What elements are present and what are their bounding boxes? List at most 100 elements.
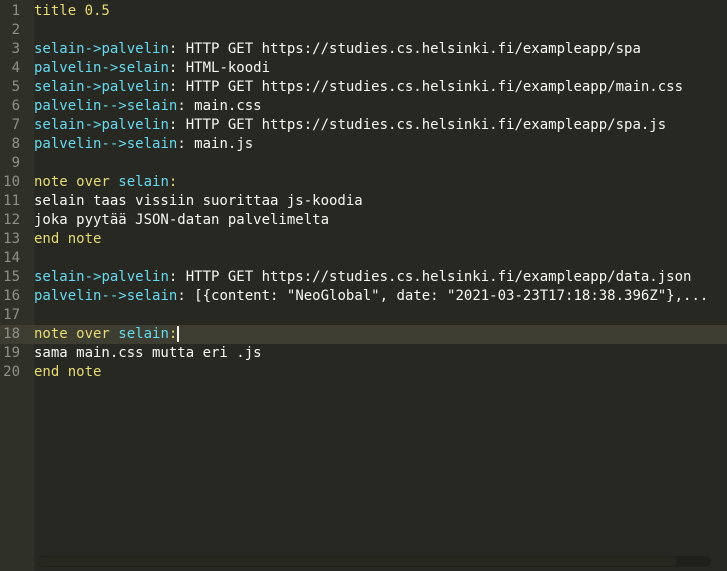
text-token: : HTTP GET https://studies.cs.helsinki.f…	[168, 79, 684, 95]
line-number: 10	[3, 174, 20, 190]
code-line[interactable]: 5 selain->palvelin: HTTP GET https://stud…	[0, 78, 727, 97]
actor-token: selain	[118, 174, 169, 190]
actor-token: selain	[126, 136, 178, 152]
text-token: selain taas vissiin suorittaa js-koodia	[34, 193, 363, 209]
text-token: : HTML-koodi	[168, 60, 271, 76]
line-number: 7	[11, 117, 20, 133]
line-content: selain->palvelin: HTTP GET https://studi…	[34, 116, 666, 135]
keyword-token: title 0.5	[34, 3, 110, 19]
arrow-token: -->	[101, 98, 127, 114]
code-line[interactable]: 7 selain->palvelin: HTTP GET https://stud…	[0, 116, 727, 135]
code-line[interactable]: 1 title 0.5	[0, 2, 727, 21]
keyword-token: :	[168, 326, 178, 342]
line-number: 6	[11, 98, 20, 114]
line-number: 3	[11, 41, 20, 57]
line-content: palvelin-->selain: main.css	[34, 97, 262, 116]
line-number: 19	[3, 345, 20, 361]
line-content: joka pyytää JSON-datan palvelimelta	[34, 211, 329, 230]
line-content: sama main.css mutta eri .js	[34, 344, 262, 363]
actor-token: selain	[118, 60, 169, 76]
keyword-token: end note	[34, 231, 102, 247]
line-content: palvelin->selain: HTML-koodi	[34, 59, 270, 78]
text-token: joka pyytää JSON-datan palvelimelta	[34, 212, 330, 228]
code-line[interactable]: 19 sama main.css mutta eri .js	[0, 344, 727, 363]
line-number: 17	[3, 307, 20, 323]
line-content: note over selain:	[34, 173, 177, 192]
code-line[interactable]: 10 note over selain:	[0, 173, 727, 192]
code-line[interactable]: 17	[0, 306, 727, 325]
line-content: palvelin-->selain: main.js	[34, 135, 253, 154]
code-line[interactable]: 2	[0, 21, 727, 40]
keyword-token: end note	[34, 364, 102, 380]
actor-token: selain	[34, 117, 85, 133]
line-content: selain taas vissiin suorittaa js-koodia	[34, 192, 363, 211]
line-number: 16	[3, 288, 20, 304]
line-content: palvelin-->selain: [{content: "NeoGlobal…	[34, 287, 708, 306]
line-content: selain->palvelin: HTTP GET https://studi…	[34, 40, 641, 59]
code-line[interactable]: 16 palvelin-->selain: [{content: "NeoGlob…	[0, 287, 727, 306]
code-lines[interactable]: 1 title 0.5 2 3 selain->palvelin: HTTP GET h…	[0, 2, 727, 382]
line-content: title 0.5	[34, 2, 110, 21]
code-line[interactable]: 11 selain taas vissiin suorittaa js-koodi…	[0, 192, 727, 211]
keyword-token: note over	[34, 326, 119, 342]
code-line[interactable]: 8 palvelin-->selain: main.js	[0, 135, 727, 154]
arrow-token: ->	[101, 60, 119, 76]
code-line[interactable]: 9	[0, 154, 727, 173]
text-token: : HTTP GET https://studies.cs.helsinki.f…	[168, 41, 641, 57]
code-line[interactable]: 15 selain->palvelin: HTTP GET https://stu…	[0, 268, 727, 287]
line-number: 4	[11, 60, 20, 76]
line-number: 2	[11, 22, 20, 38]
text-token: sama main.css mutta eri .js	[34, 345, 262, 361]
line-content: end note	[34, 363, 101, 382]
code-line[interactable]: 13 end note	[0, 230, 727, 249]
text-token: : [{content: "NeoGlobal", date: "2021-03…	[177, 288, 709, 304]
actor-token: palvelin	[34, 136, 102, 152]
arrow-token: ->	[84, 79, 102, 95]
arrow-token: ->	[84, 269, 102, 285]
line-number: 13	[3, 231, 20, 247]
text-token: : HTTP GET https://studies.cs.helsinki.f…	[168, 117, 667, 133]
actor-token: palvelin	[34, 288, 102, 304]
arrow-token: ->	[84, 41, 102, 57]
line-number: 14	[3, 250, 20, 266]
line-number: 20	[3, 364, 20, 380]
horizontal-scrollbar[interactable]	[38, 556, 711, 567]
code-line[interactable]: 18 note over selain:	[0, 325, 727, 344]
keyword-token: :	[168, 174, 178, 190]
code-line[interactable]: 4 palvelin->selain: HTML-koodi	[0, 59, 727, 78]
code-line[interactable]: 14	[0, 249, 727, 268]
code-line[interactable]: 6 palvelin-->selain: main.css	[0, 97, 727, 116]
arrow-token: -->	[101, 288, 127, 304]
code-editor[interactable]: 1 title 0.5 2 3 selain->palvelin: HTTP GET h…	[0, 0, 727, 571]
keyword-token: note over	[34, 174, 119, 190]
line-content: selain->palvelin: HTTP GET https://studi…	[34, 268, 691, 287]
actor-token: palvelin	[101, 41, 169, 57]
actor-token: selain	[126, 288, 178, 304]
arrow-token: ->	[84, 117, 102, 133]
text-token: : main.css	[177, 98, 262, 114]
line-number: 5	[11, 79, 20, 95]
line-content: selain->palvelin: HTTP GET https://studi…	[34, 78, 683, 97]
line-number: 1	[11, 3, 20, 19]
actor-token: selain	[34, 79, 85, 95]
line-content: note over selain:	[34, 325, 180, 344]
code-line[interactable]: 12 joka pyytää JSON-datan palvelimelta	[0, 211, 727, 230]
actor-token: selain	[126, 98, 178, 114]
line-content: end note	[34, 230, 101, 249]
actor-token: selain	[34, 41, 85, 57]
text-token: : HTTP GET https://studies.cs.helsinki.f…	[168, 269, 692, 285]
line-number: 15	[3, 269, 20, 285]
line-number: 8	[11, 136, 20, 152]
text-token: : main.js	[177, 136, 254, 152]
line-number: 11	[3, 193, 20, 209]
arrow-token: -->	[101, 136, 127, 152]
line-number: 18	[3, 326, 20, 342]
actor-token: palvelin	[101, 269, 169, 285]
actor-token: palvelin	[101, 79, 169, 95]
actor-token: selain	[34, 269, 85, 285]
code-line[interactable]: 20 end note	[0, 363, 727, 382]
actor-token: palvelin	[34, 98, 102, 114]
horizontal-scrollbar-thumb[interactable]	[38, 557, 678, 566]
code-line[interactable]: 3 selain->palvelin: HTTP GET https://stud…	[0, 40, 727, 59]
line-number: 9	[11, 155, 20, 171]
